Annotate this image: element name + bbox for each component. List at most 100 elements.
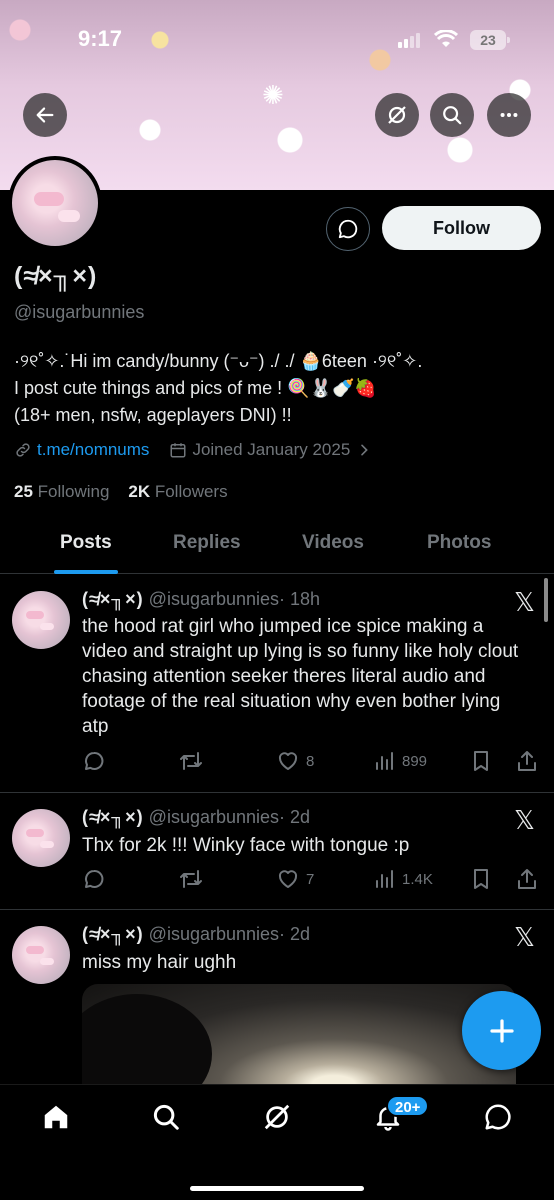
home-icon xyxy=(44,1105,68,1129)
profile-meta: t.me/nomnums Joined January 2025 xyxy=(14,440,372,460)
following-count: 25 xyxy=(14,482,33,501)
like-button[interactable]: 8 xyxy=(276,749,314,773)
post-time[interactable]: · 2d xyxy=(279,924,310,944)
post-author-handle[interactable]: @isugarbunnies xyxy=(149,807,279,827)
compose-button[interactable] xyxy=(462,991,541,1070)
views-icon xyxy=(376,752,393,770)
tab-videos[interactable]: Videos xyxy=(302,532,364,554)
tab-photos[interactable]: Photos xyxy=(427,532,491,554)
post-author-name[interactable]: (≉×╖×) xyxy=(82,807,144,827)
views-button[interactable]: 1.4K xyxy=(374,867,433,891)
post-text: Thx for 2k !!! Winky face with tongue :p xyxy=(82,835,410,856)
post-author-name[interactable]: (≉×╖×) xyxy=(82,589,144,609)
status-bar: 9:17 23 xyxy=(0,26,554,56)
followers-label: Followers xyxy=(154,482,228,501)
notifications-badge: 20+ xyxy=(386,1095,430,1117)
search-button[interactable] xyxy=(430,93,474,137)
post-header: (≉×╖×) @isugarbunnies· 2d xyxy=(82,924,310,945)
nav-grok[interactable] xyxy=(261,1101,293,1133)
profile-tabs: Posts Replies Videos Photos xyxy=(0,520,554,574)
back-arrow-icon xyxy=(36,107,54,123)
following-label: Following xyxy=(37,482,110,501)
profile-avatar[interactable] xyxy=(8,156,102,250)
message-icon xyxy=(338,219,358,239)
view-count: 1.4K xyxy=(402,870,433,888)
reply-button[interactable] xyxy=(82,749,106,773)
grok-icon xyxy=(264,1104,290,1130)
back-button[interactable] xyxy=(23,93,67,137)
x-logo-icon: 𝕏 xyxy=(514,805,535,835)
post-author-handle[interactable]: @isugarbunnies xyxy=(149,589,279,609)
bookmark-icon xyxy=(474,751,488,771)
post-time[interactable]: · 18h xyxy=(279,589,320,609)
post-header: (≉×╖×) @isugarbunnies· 18h xyxy=(82,589,320,610)
chevron-right-icon[interactable] xyxy=(356,442,372,458)
retweet-icon xyxy=(180,870,202,888)
post[interactable]: (≉×╖×) @isugarbunnies· 2d 𝕏 Thx for 2k !… xyxy=(0,793,554,910)
grok-icon xyxy=(388,106,406,124)
retweet-icon xyxy=(180,752,202,770)
post-author-name[interactable]: (≉×╖×) xyxy=(82,924,144,944)
bottom-nav: 20+ xyxy=(0,1084,554,1200)
retweet-button[interactable] xyxy=(178,749,204,773)
nav-home[interactable] xyxy=(40,1101,72,1133)
like-icon xyxy=(278,870,298,888)
nav-messages[interactable] xyxy=(482,1101,514,1133)
post-avatar[interactable] xyxy=(12,591,70,649)
like-count: 8 xyxy=(306,752,315,770)
bio-line: ·୨୧˚✧.˙Hi im candy/bunny (⁻ᴗ⁻) ./ ./ 🧁6t… xyxy=(14,351,423,371)
battery-icon: 23 xyxy=(470,30,510,50)
post-media-image[interactable] xyxy=(82,984,516,1084)
wifi-icon xyxy=(433,29,459,53)
like-count: 7 xyxy=(306,870,315,888)
bookmark-button[interactable] xyxy=(470,867,492,891)
status-time: 9:17 xyxy=(78,26,123,51)
post-text: miss my hair ughh xyxy=(82,952,237,973)
plus-icon xyxy=(489,1018,514,1043)
bookmark-button[interactable] xyxy=(470,749,492,773)
grok-button[interactable] xyxy=(375,93,419,137)
profile-stats: 25 Following 2K Followers xyxy=(14,482,228,502)
share-button[interactable] xyxy=(516,867,538,891)
post-avatar[interactable] xyxy=(12,809,70,867)
share-icon xyxy=(518,751,536,771)
tab-replies[interactable]: Replies xyxy=(173,532,241,554)
views-icon xyxy=(376,870,393,888)
post-avatar[interactable] xyxy=(12,926,70,984)
post-actions: 8 899 xyxy=(82,749,540,773)
message-button[interactable] xyxy=(326,207,370,251)
follow-button[interactable]: Follow xyxy=(382,206,541,250)
share-button[interactable] xyxy=(516,749,538,773)
active-tab-indicator xyxy=(54,570,118,574)
views-button[interactable]: 899 xyxy=(374,749,427,773)
post[interactable]: (≉×╖×) @isugarbunnies· 18h 𝕏 the hood ra… xyxy=(0,575,554,793)
profile-display-name: (≉×╖×) xyxy=(14,262,98,290)
signal-icon xyxy=(398,32,422,48)
share-icon xyxy=(518,869,536,889)
loading-spinner-icon: ✺ xyxy=(262,80,284,110)
reply-icon xyxy=(85,751,104,770)
more-icon xyxy=(500,112,518,118)
search-icon xyxy=(153,1104,179,1130)
more-button[interactable] xyxy=(487,93,531,137)
message-icon xyxy=(485,1104,511,1130)
profile-link[interactable]: t.me/nomnums xyxy=(37,440,149,460)
profile-joined[interactable]: Joined January 2025 xyxy=(192,440,350,460)
like-button[interactable]: 7 xyxy=(276,867,314,891)
post-header: (≉×╖×) @isugarbunnies· 2d xyxy=(82,807,310,828)
bookmark-icon xyxy=(474,869,488,889)
reply-button[interactable] xyxy=(82,867,106,891)
retweet-button[interactable] xyxy=(178,867,204,891)
followers-stat[interactable]: 2K Followers xyxy=(128,482,227,501)
tab-posts[interactable]: Posts xyxy=(60,532,112,554)
x-logo-icon: 𝕏 xyxy=(514,922,535,952)
following-stat[interactable]: 25 Following xyxy=(14,482,109,501)
bio-line: I post cute things and pics of me ! 🍭🐰🍼🍓 xyxy=(14,378,377,398)
home-indicator[interactable] xyxy=(190,1186,364,1191)
post-author-handle[interactable]: @isugarbunnies xyxy=(149,924,279,944)
view-count: 899 xyxy=(402,752,428,770)
reply-icon xyxy=(85,869,104,888)
post-time[interactable]: · 2d xyxy=(279,807,310,827)
nav-search[interactable] xyxy=(150,1101,182,1133)
search-icon xyxy=(443,106,462,125)
